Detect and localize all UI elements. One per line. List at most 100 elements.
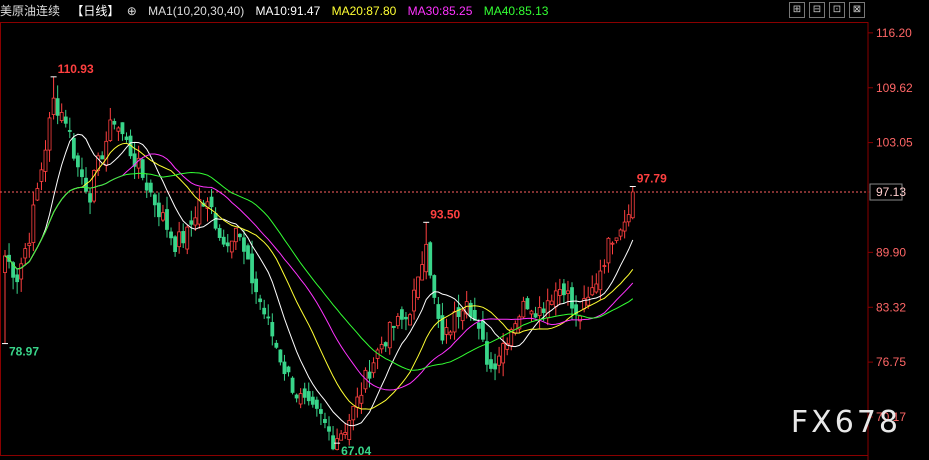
candle-down	[310, 396, 315, 405]
ma30-line	[4, 153, 634, 391]
candle-up	[602, 265, 607, 267]
sub-chart-icon[interactable]: ⊠	[849, 2, 865, 18]
expand-icon[interactable]: ⊡	[829, 2, 845, 18]
candle-down	[468, 302, 473, 318]
candle-up	[298, 393, 303, 405]
candle-up	[598, 270, 603, 291]
candle-up	[59, 112, 64, 121]
candle-down	[290, 377, 295, 393]
candle-up	[387, 321, 392, 349]
candle-up	[116, 127, 121, 132]
candle-down	[436, 304, 441, 319]
watermark: FX678	[790, 405, 901, 440]
candle-down	[112, 121, 117, 125]
candle-up	[161, 212, 165, 221]
candle-up	[185, 226, 190, 250]
candle-down	[456, 307, 461, 317]
candle-down	[286, 366, 291, 373]
candle-down	[432, 275, 437, 298]
candle-up	[39, 169, 44, 182]
candle-down	[225, 242, 230, 247]
candle-down	[525, 298, 530, 310]
candle-up	[339, 433, 344, 441]
candle-down	[327, 426, 331, 432]
candle-down	[169, 231, 173, 239]
candle-up	[359, 394, 364, 404]
candle-up	[444, 327, 449, 335]
candle-down	[156, 202, 161, 218]
candle-up	[424, 243, 429, 273]
candle-down	[489, 359, 493, 369]
candle-up	[606, 237, 611, 264]
ma40-value: MA40:85.13	[483, 4, 549, 18]
plot-frame	[0, 22, 869, 456]
candle-up	[610, 242, 615, 245]
candle-up	[23, 248, 28, 259]
candle-up	[351, 405, 356, 421]
candle-up	[549, 300, 554, 305]
candle-up	[233, 227, 238, 243]
y-tick-label: 76.75	[876, 355, 906, 369]
candle-down	[165, 209, 169, 230]
ma10-line	[4, 133, 634, 427]
candle-down	[485, 341, 489, 365]
candle-down	[428, 242, 433, 276]
candle-up	[529, 310, 534, 315]
candle-down	[399, 309, 404, 320]
candle-down	[120, 122, 125, 135]
candle-up	[553, 290, 558, 308]
candle-down	[533, 313, 538, 318]
candle-up	[108, 119, 113, 141]
candle-down	[15, 274, 20, 283]
candle-down	[124, 136, 129, 140]
price-chart: 116.20109.62103.0597.1389.9083.3276.7570…	[0, 22, 913, 460]
candle-down	[318, 409, 323, 414]
candle-down	[217, 228, 222, 238]
candle-down	[246, 245, 250, 260]
candle-up	[197, 198, 202, 225]
candle-up	[47, 117, 52, 151]
candle-down	[302, 388, 307, 398]
candle-down	[63, 116, 68, 124]
candle-up	[31, 204, 36, 243]
candle-up	[177, 231, 182, 248]
candle-down	[100, 155, 105, 160]
candle-up	[618, 229, 623, 237]
period-label[interactable]: 【日线】	[71, 4, 119, 18]
candle-down	[274, 342, 279, 348]
zoom-in-icon[interactable]: ⊞	[789, 2, 805, 18]
candle-down	[367, 371, 372, 379]
ma20-line	[4, 142, 634, 410]
candle-up	[347, 420, 352, 440]
annotation-label: 67.04	[341, 444, 371, 458]
candle-up	[586, 296, 591, 306]
candle-down	[213, 213, 218, 229]
candle-down	[237, 233, 242, 238]
zoom-out-icon[interactable]: ⊟	[809, 2, 825, 18]
candle-up	[335, 438, 340, 450]
candle-up	[537, 307, 542, 317]
candle-down	[254, 278, 259, 293]
ma40-line	[4, 171, 634, 371]
candle-up	[566, 290, 570, 295]
candle-up	[104, 140, 109, 166]
candle-down	[88, 193, 92, 203]
candle-down	[152, 194, 157, 206]
candle-down	[266, 316, 271, 319]
candle-up	[379, 344, 384, 350]
candle-down	[331, 435, 335, 450]
candle-up	[408, 314, 412, 326]
candle-down	[404, 316, 408, 320]
candle-down	[480, 320, 485, 340]
settings-icon[interactable]: ⊕	[127, 4, 137, 18]
candle-up	[416, 276, 421, 298]
candle-down	[476, 322, 481, 329]
candle-up	[3, 255, 7, 273]
candle-down	[541, 308, 546, 314]
candle-up	[557, 288, 562, 296]
candle-down	[306, 391, 311, 402]
candle-up	[193, 217, 198, 226]
candle-up	[395, 315, 400, 327]
candle-up	[545, 300, 550, 319]
candle-down	[282, 361, 287, 375]
